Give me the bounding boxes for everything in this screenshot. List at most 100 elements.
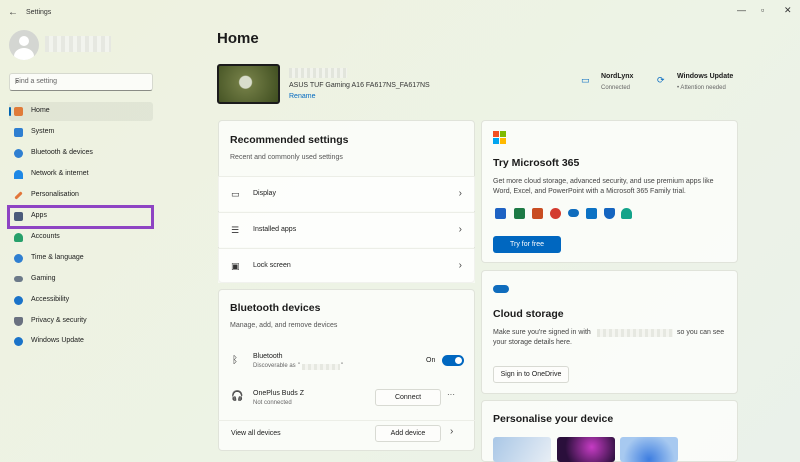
device-wallpaper-image (217, 64, 280, 104)
sidebar-item-label: Home (31, 107, 50, 114)
ethernet-icon: ▭ (581, 75, 590, 85)
bluetooth-title: Bluetooth devices (230, 302, 321, 314)
cloud-icon (493, 285, 509, 293)
row-label: Display (253, 190, 276, 197)
home-icon (14, 107, 23, 116)
device-name: OnePlus Buds Z (253, 390, 304, 397)
pc-name-redacted (302, 364, 340, 370)
cloud-title: Cloud storage (493, 308, 564, 320)
outlook-icon (495, 208, 506, 219)
personalise-title: Personalise your device (493, 413, 614, 425)
sidebar-item-accounts[interactable]: Accounts (9, 228, 153, 247)
apps-highlight-box (7, 205, 154, 229)
status-title: NordLynx (601, 73, 634, 80)
maximize-icon[interactable]: ▫ (761, 5, 764, 15)
update-icon (14, 337, 23, 346)
add-device-button[interactable]: Add device (375, 425, 441, 442)
excel-icon (514, 208, 525, 219)
sidebar-item-label: Bluetooth & devices (31, 149, 93, 156)
username-redacted (45, 36, 111, 52)
toggle-state-label: On (426, 357, 436, 364)
cloud-text-part2: so you can see your storage details here… (493, 329, 725, 346)
office-icon (550, 208, 561, 219)
sidebar-item-personalisation[interactable]: Personalisation (9, 186, 153, 205)
brush-icon (14, 191, 23, 200)
active-indicator (9, 107, 11, 116)
theme-thumbnail[interactable] (557, 437, 615, 462)
bluetooth-label: Bluetooth (253, 353, 283, 360)
list-icon: ☰ (231, 225, 240, 235)
headphones-icon: 🎧 (231, 391, 244, 402)
search-input[interactable]: Find a setting ⌕ (9, 73, 153, 91)
device-status: Not connected (253, 400, 292, 406)
chevron-right-icon: › (450, 426, 454, 437)
sidebar-item-label: Time & language (31, 254, 84, 261)
system-icon (14, 128, 23, 137)
sidebar-item-gaming[interactable]: Gaming (9, 270, 153, 289)
close-icon[interactable]: ✕ (784, 5, 792, 16)
m365-title: Try Microsoft 365 (493, 157, 580, 169)
update-icon: ⟳ (657, 75, 665, 85)
sidebar-item-network[interactable]: Network & internet (9, 165, 153, 184)
recommended-title: Recommended settings (230, 134, 349, 146)
bluetooth-discoverable: Discoverable as (253, 363, 296, 369)
onedrive-icon (568, 209, 579, 217)
recommended-subtitle: Recent and commonly used settings (230, 154, 343, 161)
sidebar-item-time-language[interactable]: Time & language (9, 249, 153, 268)
shield-icon (14, 317, 23, 326)
row-label: Installed apps (253, 226, 297, 233)
page-title: Home (217, 30, 259, 47)
sidebar-item-label: Windows Update (31, 337, 84, 344)
avatar[interactable] (9, 30, 39, 60)
bluetooth-icon (14, 149, 23, 158)
quote-open: " (298, 363, 301, 369)
sidebar-item-accessibility[interactable]: Accessibility (9, 291, 153, 310)
sidebar-item-privacy-security[interactable]: Privacy & security (9, 312, 153, 331)
device-model: ASUS TUF Gaming A16 FA617NS_FA617NS (289, 82, 430, 89)
row-label: Lock screen (253, 262, 291, 269)
sidebar-item-label: Network & internet (31, 170, 89, 177)
sidebar-item-label: Personalisation (31, 191, 79, 198)
m365-description: Get more cloud storage, advanced securit… (493, 178, 714, 195)
powerpoint-icon (532, 208, 543, 219)
connect-button[interactable]: Connect (375, 389, 441, 406)
more-options-icon[interactable]: ··· (447, 390, 455, 399)
sign-in-onedrive-button[interactable]: Sign in to OneDrive (493, 366, 569, 383)
sidebar-item-bluetooth[interactable]: Bluetooth & devices (9, 144, 153, 163)
family-safety-icon (621, 208, 632, 219)
row-display[interactable]: ▭ Display › (218, 176, 475, 211)
status-title: Windows Update (677, 73, 734, 80)
defender-icon (604, 208, 615, 219)
divider (218, 420, 475, 421)
sidebar-item-windows-update[interactable]: Windows Update (9, 332, 153, 351)
sidebar-item-label: Gaming (31, 275, 56, 282)
monitor-icon: ▭ (231, 189, 240, 199)
chevron-right-icon: › (458, 260, 462, 271)
minimize-icon[interactable]: — (737, 5, 746, 15)
sidebar-item-system[interactable]: System (9, 123, 153, 142)
row-installed-apps[interactable]: ☰ Installed apps › (218, 212, 475, 247)
theme-thumbnail[interactable] (620, 437, 678, 462)
accessibility-icon (14, 296, 23, 305)
status-subtitle: Connected (601, 85, 631, 91)
search-icon: ⌕ (15, 77, 20, 86)
view-all-devices-link[interactable]: View all devices (231, 430, 281, 437)
accounts-icon (14, 233, 23, 242)
bluetooth-subtitle: Manage, add, and remove devices (230, 322, 338, 329)
sidebar-item-label: Accessibility (31, 296, 70, 303)
bluetooth-icon: ᛒ (232, 355, 238, 366)
sidebar-item-label: System (31, 128, 55, 135)
rename-link[interactable]: Rename (289, 93, 315, 100)
try-for-free-button[interactable]: Try for free (493, 236, 561, 253)
back-arrow-icon[interactable]: ← (8, 7, 18, 18)
wifi-icon (14, 170, 23, 179)
globe-clock-icon (14, 254, 23, 263)
lock-screen-icon: ▣ (231, 261, 240, 271)
sidebar-item-home[interactable]: Home (9, 102, 153, 121)
bluetooth-toggle[interactable] (442, 355, 464, 366)
row-lock-screen[interactable]: ▣ Lock screen › (218, 248, 475, 283)
theme-thumbnail[interactable] (493, 437, 551, 462)
sidebar-item-label: Privacy & security (31, 317, 87, 324)
gaming-icon (14, 276, 23, 282)
title-bar: ← Settings — ▫ ✕ (0, 0, 800, 26)
